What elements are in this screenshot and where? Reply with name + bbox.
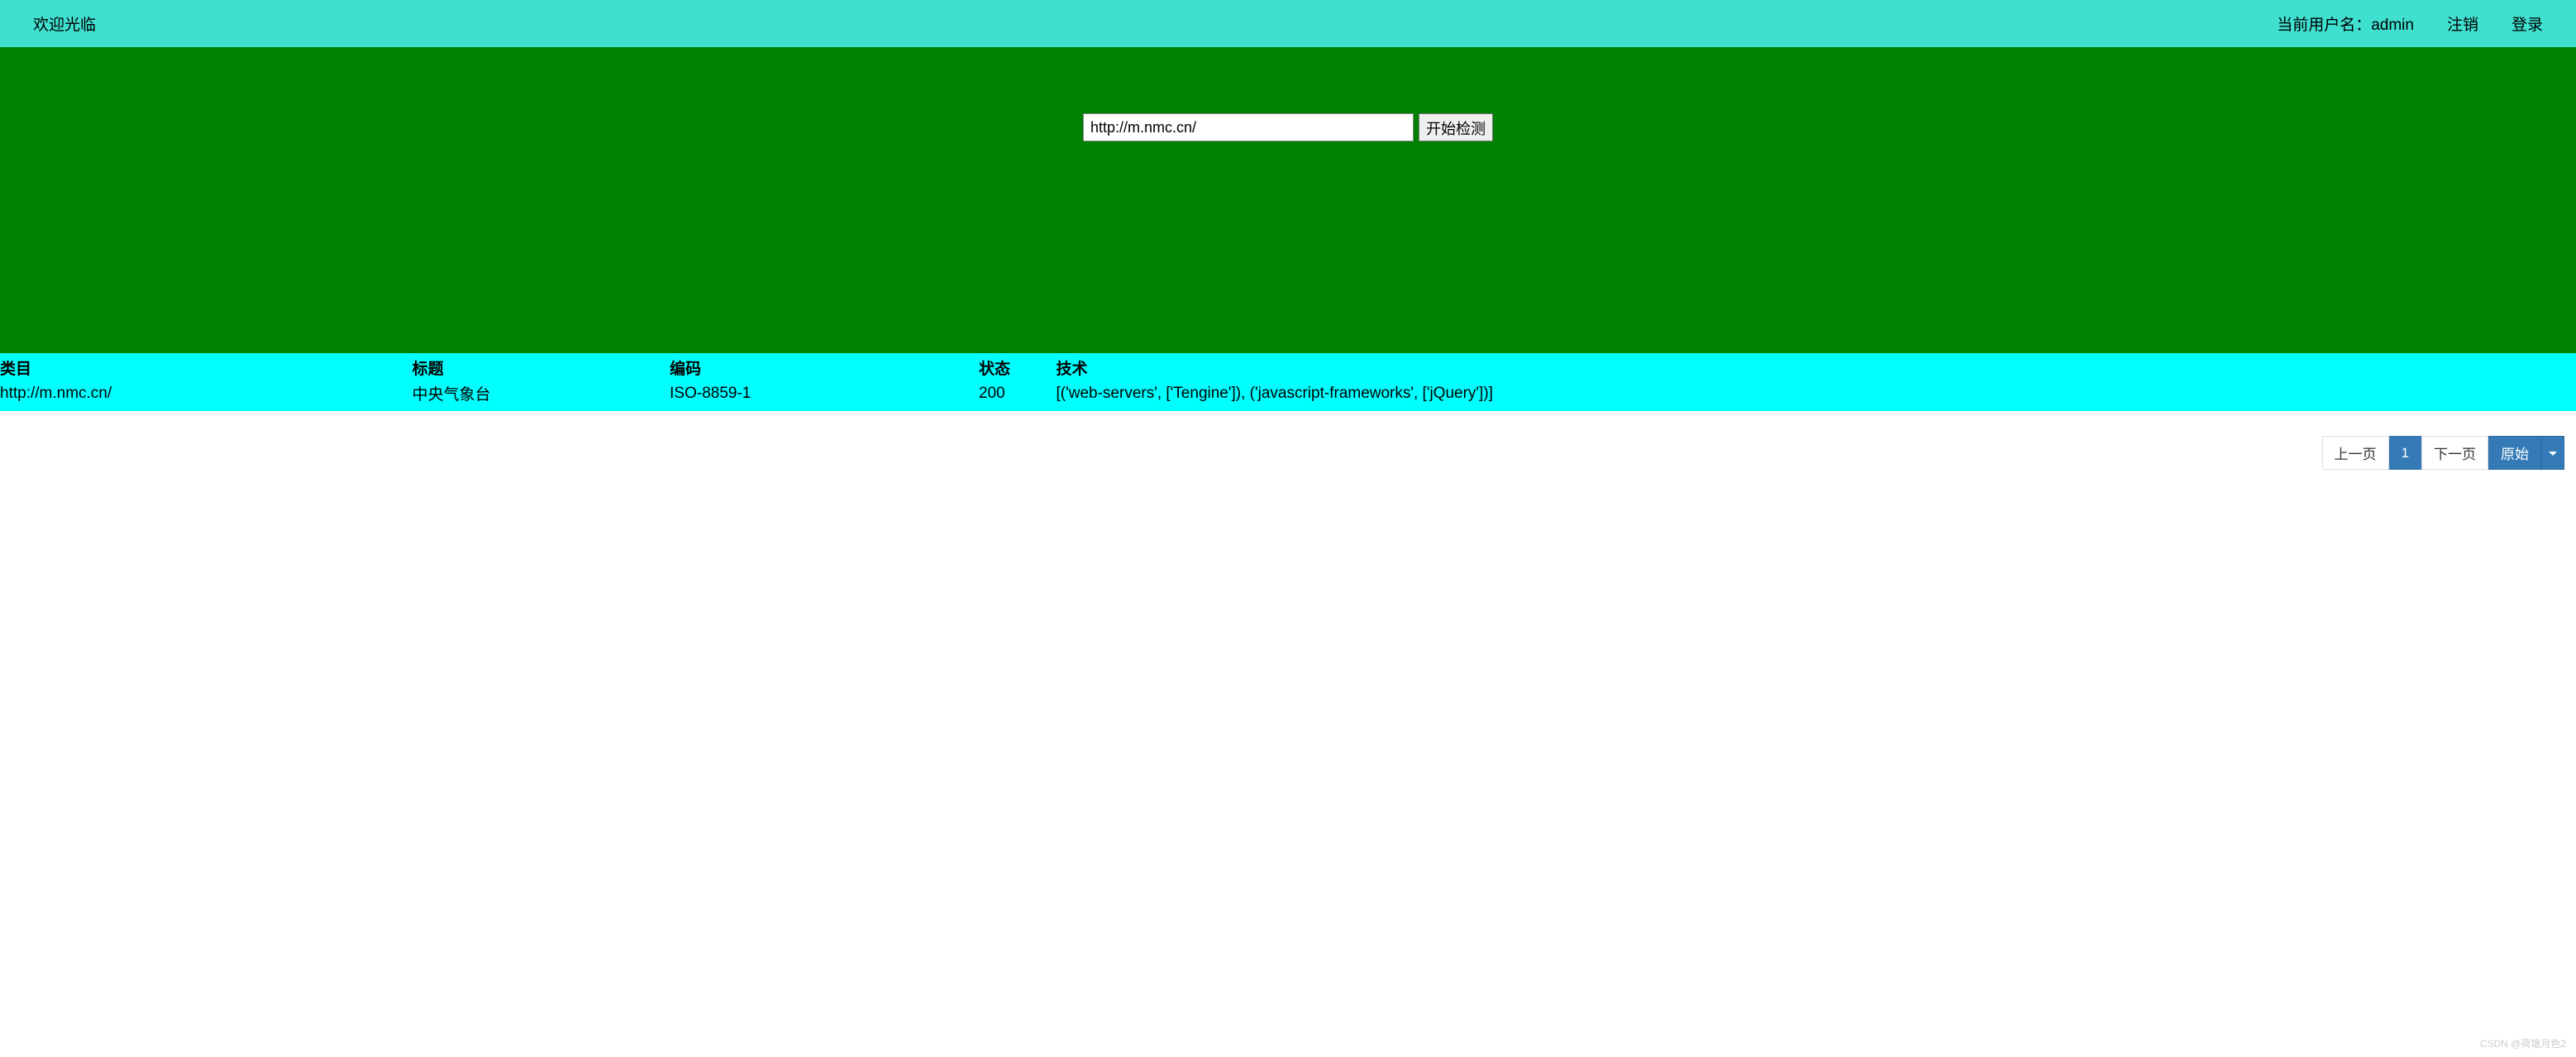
top-header: 欢迎光临 当前用户名：admin 注销 登录	[0, 0, 2576, 47]
table-row: http://m.nmc.cn/ 中央气象台 ISO-8859-1 200 [(…	[0, 380, 2576, 406]
login-link[interactable]: 登录	[2512, 12, 2543, 35]
url-input[interactable]	[1083, 113, 1414, 141]
page-number-button[interactable]: 1	[2389, 436, 2421, 470]
results-table-container: 类目 标题 编码 状态 技术 http://m.nmc.cn/ 中央气象台 IS…	[0, 353, 2576, 411]
prev-page-button[interactable]: 上一页	[2322, 436, 2389, 470]
header-status: 状态	[979, 355, 1056, 380]
header-encoding: 编码	[670, 355, 979, 380]
pagination: 上一页 1 下一页 原始	[0, 411, 2576, 470]
header-right: 当前用户名：admin 注销 登录	[2277, 12, 2543, 35]
current-user-label: 当前用户名：admin	[2277, 12, 2414, 35]
next-page-button[interactable]: 下一页	[2421, 436, 2488, 470]
cell-title: 中央气象台	[413, 380, 670, 406]
cell-category: http://m.nmc.cn/	[0, 380, 413, 406]
cell-encoding: ISO-8859-1	[670, 380, 979, 406]
cell-tech: [('web-servers', ['Tengine']), ('javascr…	[1057, 380, 2576, 406]
raw-dropdown-toggle[interactable]	[2541, 436, 2564, 470]
hero-section: 开始检测	[0, 47, 2576, 353]
cell-status: 200	[979, 380, 1056, 406]
caret-down-icon	[2549, 452, 2557, 456]
raw-button[interactable]: 原始	[2488, 436, 2541, 470]
logout-link[interactable]: 注销	[2447, 12, 2478, 35]
search-row: 开始检测	[1083, 113, 1493, 141]
header-title: 标题	[413, 355, 670, 380]
header-tech: 技术	[1057, 355, 2576, 380]
start-detect-button[interactable]: 开始检测	[1419, 113, 1493, 141]
header-category: 类目	[0, 355, 413, 380]
welcome-text: 欢迎光临	[33, 12, 96, 35]
table-header-row: 类目 标题 编码 状态 技术	[0, 355, 2576, 380]
results-table: 类目 标题 编码 状态 技术 http://m.nmc.cn/ 中央气象台 IS…	[0, 355, 2576, 406]
watermark-text: CSDN @荷塘月色2	[2480, 1036, 2566, 1050]
